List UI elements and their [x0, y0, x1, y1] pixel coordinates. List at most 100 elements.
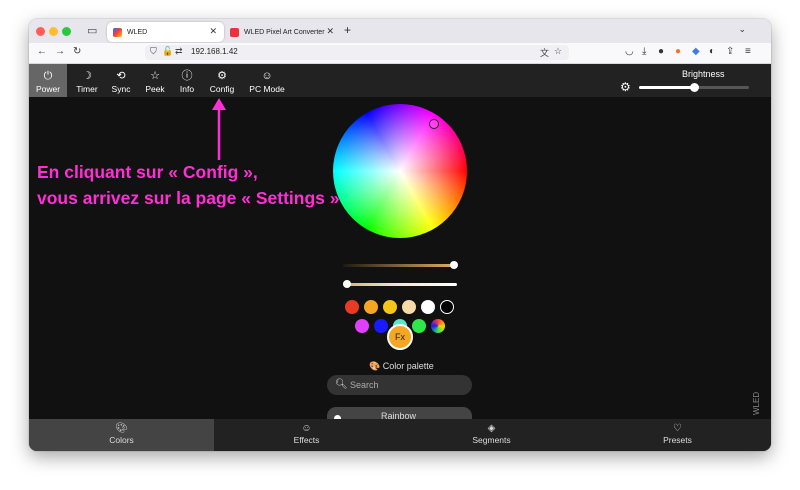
- brightness-label: Brightness: [682, 69, 725, 79]
- tab-effects[interactable]: ☺ Effects: [214, 419, 399, 451]
- pocket-icon[interactable]: ◡: [625, 46, 634, 57]
- brightness-thumb[interactable]: [690, 83, 699, 92]
- timer-label: Timer: [76, 84, 98, 94]
- peek-button[interactable]: ☆ Peek: [139, 64, 171, 97]
- palette-title: 🎨 Color palette: [369, 361, 434, 372]
- sync-icon: ⟲: [116, 70, 126, 82]
- tab-pixel-art-converter[interactable]: WLED Pixel Art Converter ✕: [224, 22, 341, 42]
- extension-orange-icon[interactable]: ●: [675, 46, 681, 57]
- tab-segments[interactable]: ◈ Segments: [399, 419, 584, 451]
- search-placeholder: Search: [350, 380, 379, 390]
- swatch-red[interactable]: [345, 300, 359, 314]
- chevron-down-icon[interactable]: ⌄: [738, 24, 746, 35]
- presets-label: Presets: [663, 435, 692, 445]
- star-icon: ☆: [150, 70, 160, 82]
- color-picker-handle[interactable]: [429, 119, 439, 129]
- peek-label: Peek: [145, 84, 165, 94]
- maximize-window-button[interactable]: [62, 27, 71, 36]
- effects-label: Effects: [293, 435, 320, 445]
- palette-search-input[interactable]: 🔍︎ Search: [327, 375, 472, 395]
- connection-icon: ⇄: [175, 46, 183, 56]
- close-window-button[interactable]: [36, 27, 45, 36]
- tab-bar: ▭ WLED ✕ WLED Pixel Art Converter ✕ + ⌄: [29, 19, 771, 43]
- browser-window: ▭ WLED ✕ WLED Pixel Art Converter ✕ + ⌄ …: [29, 19, 771, 451]
- new-tab-icon[interactable]: +: [344, 23, 351, 37]
- power-button[interactable]: ⏻ Power: [29, 64, 67, 97]
- minimize-window-button[interactable]: [49, 27, 58, 36]
- search-icon: 🔍︎: [335, 379, 348, 390]
- menu-icon[interactable]: ≡: [745, 46, 751, 57]
- close-tab-icon[interactable]: ✕: [209, 26, 217, 37]
- timer-button[interactable]: ☽ Timer: [69, 64, 105, 97]
- annotation-arrow: [212, 98, 226, 160]
- sync-button[interactable]: ⟲ Sync: [107, 64, 135, 97]
- config-label: Config: [209, 84, 235, 94]
- bookmark-star-icon[interactable]: ☆: [554, 46, 562, 57]
- brightness-gear-icon[interactable]: ⚙: [620, 80, 631, 94]
- url-bar[interactable]: ⛉ 🔓 ⇄ 192.168.1.42 文 ☆: [145, 45, 569, 60]
- info-button[interactable]: ⓘ Info: [174, 64, 200, 97]
- tab-colors[interactable]: 🎨︎ Colors: [29, 419, 214, 451]
- extension-blue-icon[interactable]: ◆: [692, 46, 700, 57]
- swatch-white[interactable]: [421, 300, 435, 314]
- palette-icon: 🎨︎: [115, 423, 128, 434]
- tab-label: WLED Pixel Art Converter: [244, 28, 325, 36]
- swatch-magenta[interactable]: [355, 319, 369, 333]
- close-tab-icon[interactable]: ✕: [326, 26, 334, 37]
- annotation-text: En cliquant sur « Config », vous arrivez…: [37, 159, 339, 211]
- power-icon: ⏻: [43, 70, 53, 82]
- tab-wled[interactable]: WLED ✕: [107, 22, 224, 42]
- swatch-yellow[interactable]: [383, 300, 397, 314]
- gear-icon: ⚙: [217, 70, 227, 82]
- color-wheel[interactable]: [333, 104, 467, 238]
- lock-icon: 🔓: [162, 46, 174, 56]
- colors-label: Colors: [109, 435, 134, 445]
- fx-button[interactable]: Fx: [387, 324, 413, 350]
- info-icon: ⓘ: [181, 70, 193, 82]
- smiley-icon: ☺: [301, 423, 312, 434]
- forward-icon[interactable]: →: [55, 46, 65, 57]
- top-nav: ⏻ Power ☽ Timer ⟲ Sync ☆ Peek ⓘ Info ⚙ C…: [29, 64, 771, 97]
- annotation-line-1: En cliquant sur « Config »,: [37, 162, 258, 182]
- pc-mode-label: PC Mode: [249, 84, 285, 94]
- reload-icon[interactable]: ↻: [73, 46, 81, 57]
- brightness-fill: [639, 86, 694, 89]
- extension-dark-icon[interactable]: ●: [658, 46, 664, 57]
- smiley-icon: ☺: [261, 70, 273, 82]
- white-slider[interactable]: [343, 283, 457, 286]
- segments-label: Segments: [472, 435, 511, 445]
- tab-presets[interactable]: ♡ Presets: [584, 419, 771, 451]
- config-button[interactable]: ⚙ Config: [206, 64, 238, 97]
- wled-favicon-icon: [113, 27, 122, 37]
- annotation-line-2: vous arrivez sur la page « Settings »: [37, 188, 340, 208]
- url-text: 192.168.1.42: [191, 47, 238, 56]
- tab-label: WLED: [127, 28, 148, 36]
- navigation-bar: ← → ↻ ⛉ 🔓 ⇄ 192.168.1.42 文 ☆ ◡ ⤓ ● ● ◆ ◐…: [29, 43, 771, 64]
- swatch-orange[interactable]: [364, 300, 378, 314]
- share-icon[interactable]: ⇪: [726, 46, 734, 57]
- pixel-art-favicon-icon: [230, 27, 239, 37]
- download-icon[interactable]: ⤓: [642, 46, 646, 57]
- kelvin-slider[interactable]: [343, 264, 457, 267]
- swatch-green[interactable]: [412, 319, 426, 333]
- heart-icon: ♡: [673, 423, 682, 434]
- tab-overview-icon[interactable]: ▭: [87, 24, 99, 37]
- sync-label: Sync: [111, 84, 131, 94]
- translate-icon[interactable]: 文: [540, 46, 549, 59]
- swatch-black[interactable]: [440, 300, 454, 314]
- random-color-icon[interactable]: [431, 319, 445, 333]
- bottom-nav: 🎨︎ Colors ☺ Effects ◈ Segments ♡ Presets: [29, 419, 771, 451]
- brightness-slider[interactable]: [639, 83, 749, 92]
- back-icon[interactable]: ←: [37, 46, 47, 57]
- palette-title-text: Color palette: [382, 361, 434, 371]
- kelvin-slider-thumb[interactable]: [450, 261, 458, 269]
- pc-mode-button[interactable]: ☺ PC Mode: [245, 64, 289, 97]
- swatch-warm-white[interactable]: [402, 300, 416, 314]
- power-label: Power: [35, 84, 61, 94]
- swatch-blue[interactable]: [374, 319, 388, 333]
- white-slider-thumb[interactable]: [343, 280, 351, 288]
- palette-icon: 🎨: [369, 361, 381, 371]
- wled-app: ⏻ Power ☽ Timer ⟲ Sync ☆ Peek ⓘ Info ⚙ C…: [29, 64, 771, 451]
- extension-mask-icon[interactable]: ◐: [709, 46, 715, 57]
- wled-watermark: WLED: [752, 391, 761, 415]
